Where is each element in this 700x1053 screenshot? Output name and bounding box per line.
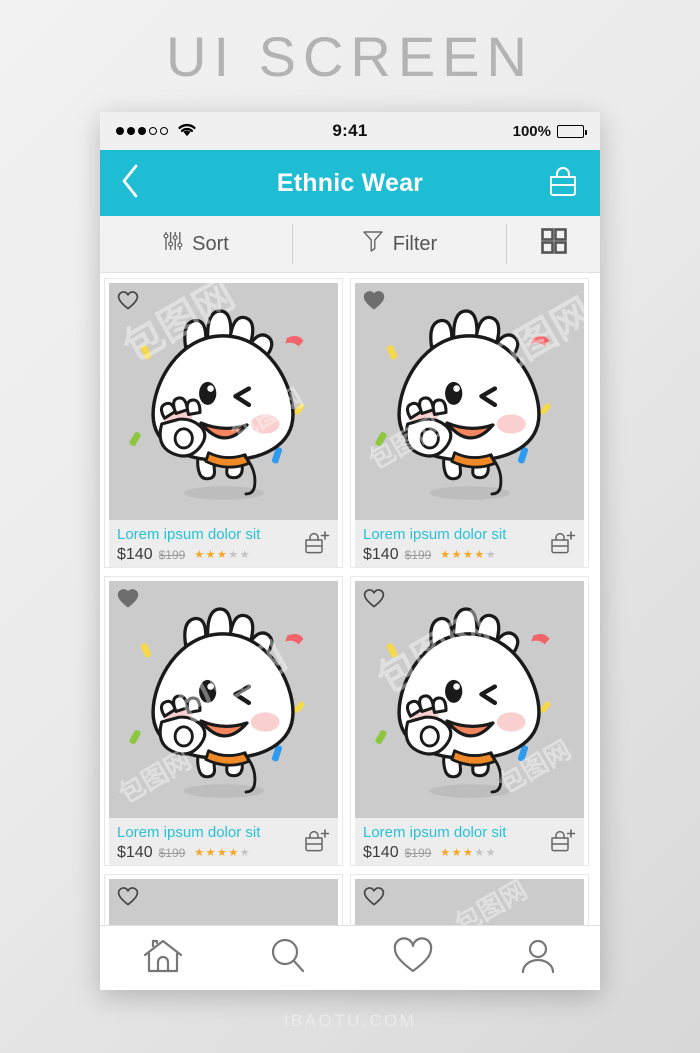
product-image: 包图网 bbox=[355, 879, 584, 925]
product-card[interactable]: 包图网 包图网 Lorem ipsum dolor sit $140 $199 … bbox=[350, 576, 589, 866]
star-icon: ★ bbox=[205, 846, 216, 859]
grid-view-button[interactable] bbox=[507, 216, 600, 272]
star-icon: ★ bbox=[474, 548, 485, 561]
star-icon: ★ bbox=[463, 548, 473, 561]
sort-button[interactable]: Sort bbox=[100, 216, 292, 272]
grid-view-icon bbox=[540, 228, 567, 260]
rating-stars: ★ ★ ★ ★ ★ bbox=[194, 846, 250, 859]
cart-button[interactable] bbox=[546, 165, 580, 202]
favorite-toggle[interactable] bbox=[117, 588, 139, 608]
funnel-icon bbox=[362, 229, 384, 259]
status-bar-time: 9:41 bbox=[332, 121, 368, 140]
product-image: 包图网 包图网 bbox=[109, 581, 338, 818]
tab-profile[interactable] bbox=[475, 937, 600, 980]
product-card[interactable] bbox=[104, 874, 343, 925]
product-card[interactable]: 包图网 bbox=[350, 874, 589, 925]
star-icon: ★ bbox=[217, 846, 227, 859]
status-bar: 9:41 100% bbox=[100, 112, 600, 150]
product-image: 包图网 包图网 bbox=[109, 283, 338, 520]
navigation-bar: Ethnic Wear bbox=[100, 150, 600, 216]
add-to-bag-icon[interactable] bbox=[304, 828, 330, 854]
product-card[interactable]: 包图网 包图网 Lorem ipsum dolor sit $140 $199 … bbox=[350, 278, 589, 568]
mascot-illustration bbox=[109, 283, 338, 520]
star-icon: ★ bbox=[239, 548, 250, 561]
product-title: Lorem ipsum dolor sit bbox=[363, 824, 507, 841]
product-title: Lorem ipsum dolor sit bbox=[363, 526, 507, 543]
home-icon bbox=[141, 936, 185, 981]
phone-frame: 9:41 100% Ethnic Wear Sort Filter 包图网 包图… bbox=[100, 112, 600, 990]
product-price: $140 bbox=[363, 844, 399, 861]
product-old-price: $199 bbox=[404, 548, 432, 562]
star-icon: ★ bbox=[194, 548, 205, 561]
product-old-price: $199 bbox=[158, 846, 186, 860]
favorite-toggle[interactable] bbox=[363, 290, 385, 310]
tab-wishlist[interactable] bbox=[350, 936, 475, 980]
star-icon: ★ bbox=[451, 846, 462, 859]
star-icon: ★ bbox=[440, 846, 451, 859]
star-icon: ★ bbox=[205, 548, 216, 561]
product-price: $140 bbox=[117, 546, 153, 563]
star-icon: ★ bbox=[228, 548, 239, 561]
product-price: $140 bbox=[117, 844, 153, 861]
product-card[interactable]: 包图网 包图网 Lorem ipsum dolor sit $140 $199 … bbox=[104, 576, 343, 866]
rating-stars: ★ ★ ★ ★ ★ bbox=[194, 548, 250, 561]
favorite-toggle[interactable] bbox=[363, 588, 385, 608]
product-image bbox=[109, 879, 338, 925]
tab-search[interactable] bbox=[225, 936, 350, 981]
battery-full-icon bbox=[557, 124, 587, 138]
star-icon: ★ bbox=[474, 846, 485, 859]
star-icon: ★ bbox=[440, 548, 451, 561]
product-image: 包图网 包图网 bbox=[355, 283, 584, 520]
rating-stars: ★ ★ ★ ★ ★ bbox=[440, 846, 496, 859]
star-icon: ★ bbox=[217, 548, 227, 561]
product-old-price: $199 bbox=[158, 548, 186, 562]
shopping-bag-icon bbox=[546, 165, 580, 202]
person-icon bbox=[519, 937, 557, 980]
product-info: Lorem ipsum dolor sit $140 $199 ★ ★ ★ ★ ★ bbox=[355, 818, 584, 865]
chevron-left-icon bbox=[120, 164, 140, 203]
add-to-bag-icon[interactable] bbox=[550, 828, 576, 854]
product-info: Lorem ipsum dolor sit $140 $199 ★ ★ ★ ★ ★ bbox=[109, 818, 338, 865]
product-info: Lorem ipsum dolor sit $140 $199 ★ ★ ★ ★ ★ bbox=[109, 520, 338, 567]
product-title: Lorem ipsum dolor sit bbox=[117, 526, 261, 543]
product-old-price: $199 bbox=[404, 846, 432, 860]
star-icon: ★ bbox=[228, 846, 239, 859]
star-icon: ★ bbox=[463, 846, 473, 859]
star-icon: ★ bbox=[194, 846, 205, 859]
product-card[interactable]: 包图网 包图网 Lorem ipsum dolor sit $140 $199 … bbox=[104, 278, 343, 568]
sort-label: Sort bbox=[192, 232, 229, 255]
favorite-toggle[interactable] bbox=[363, 886, 385, 906]
filter-label: Filter bbox=[392, 232, 438, 255]
product-title: Lorem ipsum dolor sit bbox=[117, 824, 261, 841]
product-image: 包图网 包图网 bbox=[355, 581, 584, 818]
rating-stars: ★ ★ ★ ★ ★ bbox=[440, 548, 496, 561]
search-icon bbox=[268, 936, 308, 981]
bottom-tab-bar bbox=[100, 925, 600, 990]
star-icon: ★ bbox=[485, 846, 496, 859]
star-icon: ★ bbox=[239, 846, 250, 859]
product-grid: 包图网 包图网 Lorem ipsum dolor sit $140 $199 … bbox=[100, 273, 600, 925]
add-to-bag-icon[interactable] bbox=[304, 530, 330, 556]
sort-filter-toolbar: Sort Filter bbox=[100, 216, 600, 273]
star-icon: ★ bbox=[485, 548, 496, 561]
star-icon: ★ bbox=[451, 548, 462, 561]
product-price: $140 bbox=[363, 546, 399, 563]
mascot-illustration bbox=[355, 283, 584, 520]
favorite-toggle[interactable] bbox=[117, 886, 139, 906]
add-to-bag-icon[interactable] bbox=[550, 530, 576, 556]
heart-icon bbox=[392, 936, 434, 980]
product-info: Lorem ipsum dolor sit $140 $199 ★ ★ ★ ★ ★ bbox=[355, 520, 584, 567]
sliders-icon bbox=[163, 230, 183, 258]
back-button[interactable] bbox=[120, 164, 140, 203]
page-title: UI SCREEN bbox=[166, 25, 534, 88]
favorite-toggle[interactable] bbox=[117, 290, 139, 310]
site-footer: IBAOTU.COM bbox=[283, 1011, 417, 1030]
page-heading: Ethnic Wear bbox=[276, 168, 424, 197]
tab-home[interactable] bbox=[100, 936, 225, 981]
watermark: 包图网 bbox=[449, 879, 533, 925]
mascot-illustration bbox=[109, 581, 338, 818]
filter-button[interactable]: Filter bbox=[293, 216, 506, 272]
mascot-illustration bbox=[355, 581, 584, 818]
